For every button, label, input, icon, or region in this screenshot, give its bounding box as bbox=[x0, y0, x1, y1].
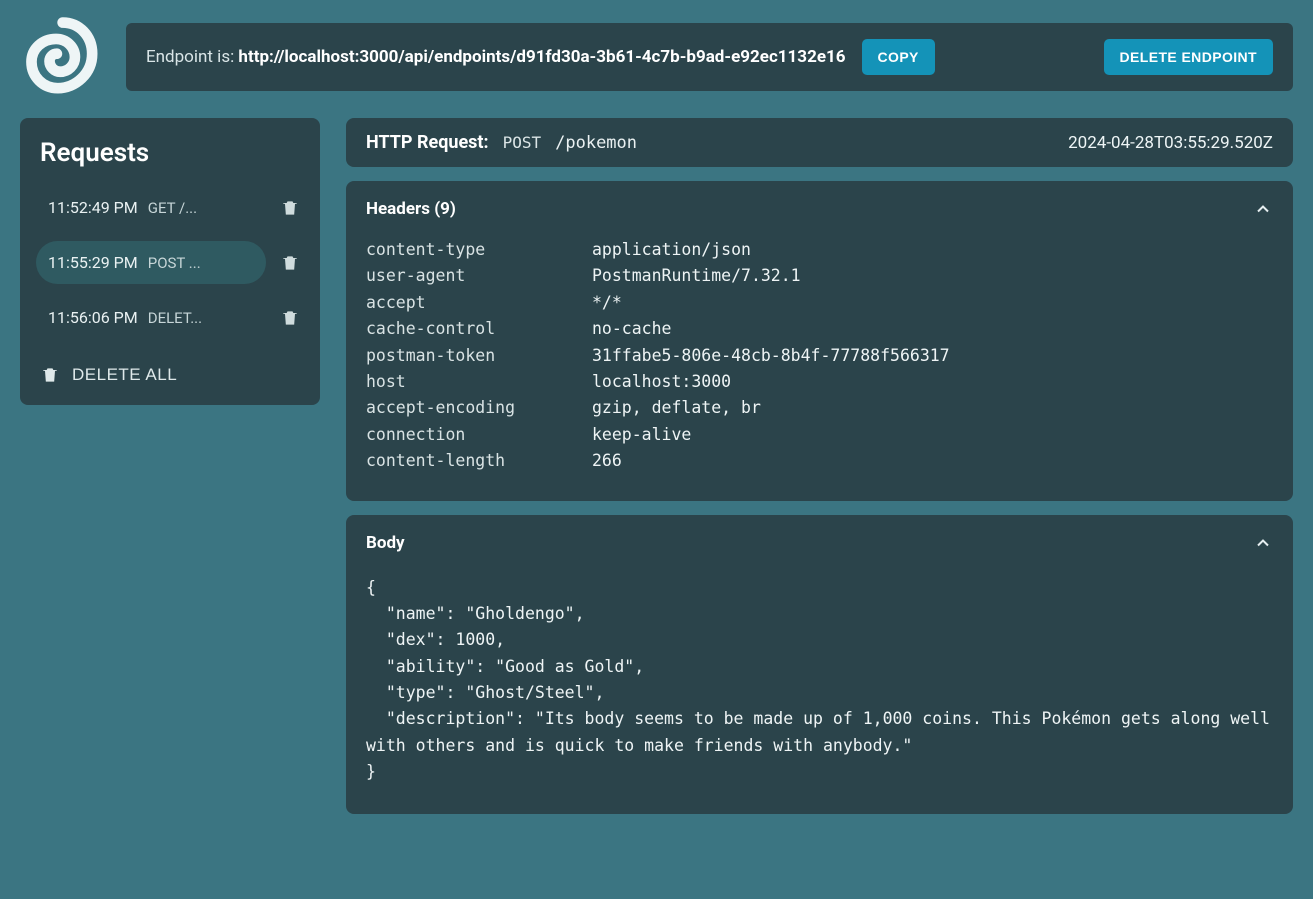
chevron-up-icon bbox=[1253, 533, 1273, 553]
trash-icon bbox=[280, 253, 300, 273]
header-value: */* bbox=[592, 290, 622, 316]
header-row: content-typeapplication/json bbox=[366, 237, 1273, 263]
request-row: 11:52:49 PM GET /... bbox=[32, 180, 308, 235]
endpoint-label: Endpoint is: bbox=[146, 47, 238, 67]
request-item[interactable]: 11:55:29 PM POST ... bbox=[36, 241, 266, 284]
header-value: no-cache bbox=[592, 316, 671, 342]
body-content: { "name": "Gholdengo", "dex": 1000, "abi… bbox=[346, 561, 1293, 814]
sidebar-title: Requests bbox=[32, 134, 308, 180]
headers-table: content-typeapplication/jsonuser-agentPo… bbox=[346, 227, 1293, 501]
endpoint-url: http://localhost:3000/api/endpoints/d91f… bbox=[238, 47, 845, 67]
request-method: POST bbox=[503, 133, 542, 152]
request-method-path: POST ... bbox=[148, 254, 201, 272]
headers-toggle[interactable]: Headers (9) bbox=[346, 181, 1293, 227]
requests-sidebar: Requests 11:52:49 PM GET /... 11:55:29 PM P… bbox=[20, 118, 320, 405]
header-key: user-agent bbox=[366, 263, 592, 289]
body-panel: Body { "name": "Gholdengo", "dex": 1000,… bbox=[346, 515, 1293, 814]
request-time: 11:52:49 PM bbox=[48, 198, 138, 217]
header-key: accept-encoding bbox=[366, 395, 592, 421]
body-toggle[interactable]: Body bbox=[346, 515, 1293, 561]
body-title: Body bbox=[366, 533, 405, 553]
header-key: postman-token bbox=[366, 343, 592, 369]
trash-icon bbox=[280, 198, 300, 218]
chevron-up-icon bbox=[1253, 199, 1273, 219]
copy-button[interactable]: COPY bbox=[862, 39, 935, 75]
header-key: connection bbox=[366, 422, 592, 448]
header-key: content-length bbox=[366, 448, 592, 474]
header-row: accept*/* bbox=[366, 290, 1273, 316]
headers-panel: Headers (9) content-typeapplication/json… bbox=[346, 181, 1293, 501]
header-row: postman-token31ffabe5-806e-48cb-8b4f-777… bbox=[366, 343, 1273, 369]
header-value: 31ffabe5-806e-48cb-8b4f-77788f566317 bbox=[592, 343, 950, 369]
header-value: gzip, deflate, br bbox=[592, 395, 761, 421]
header-row: connectionkeep-alive bbox=[366, 422, 1273, 448]
request-method-path: GET /... bbox=[148, 199, 197, 217]
header-value: localhost:3000 bbox=[592, 369, 731, 395]
request-method-path: DELET... bbox=[148, 309, 202, 327]
delete-all-button[interactable]: DELETE ALL bbox=[32, 345, 185, 385]
header-value: 266 bbox=[592, 448, 622, 474]
header-key: content-type bbox=[366, 237, 592, 263]
request-summary-panel: HTTP Request: POST /pokemon 2024-04-28T0… bbox=[346, 118, 1293, 167]
delete-all-label: DELETE ALL bbox=[72, 365, 177, 385]
request-row: 11:56:06 PM DELET... bbox=[32, 290, 308, 345]
header-value: PostmanRuntime/7.32.1 bbox=[592, 263, 801, 289]
header-row: content-length266 bbox=[366, 448, 1273, 474]
trash-icon bbox=[280, 308, 300, 328]
header-row: cache-controlno-cache bbox=[366, 316, 1273, 342]
app-logo bbox=[20, 16, 102, 98]
http-request-label: HTTP Request: bbox=[366, 132, 489, 153]
header-row: accept-encodinggzip, deflate, br bbox=[366, 395, 1273, 421]
header-row: user-agentPostmanRuntime/7.32.1 bbox=[366, 263, 1273, 289]
delete-request-button[interactable] bbox=[276, 249, 304, 277]
request-time: 11:56:06 PM bbox=[48, 308, 138, 327]
delete-request-button[interactable] bbox=[276, 304, 304, 332]
header-value: keep-alive bbox=[592, 422, 691, 448]
request-time: 11:55:29 PM bbox=[48, 253, 138, 272]
endpoint-bar: Endpoint is: http://localhost:3000/api/e… bbox=[126, 23, 1293, 91]
header-row: hostlocalhost:3000 bbox=[366, 369, 1273, 395]
request-item[interactable]: 11:52:49 PM GET /... bbox=[36, 186, 266, 229]
delete-endpoint-button[interactable]: DELETE ENDPOINT bbox=[1104, 39, 1273, 75]
headers-title: Headers (9) bbox=[366, 199, 456, 219]
header-value: application/json bbox=[592, 237, 751, 263]
request-item[interactable]: 11:56:06 PM DELET... bbox=[36, 296, 266, 339]
request-row: 11:55:29 PM POST ... bbox=[32, 235, 308, 290]
header-key: host bbox=[366, 369, 592, 395]
delete-request-button[interactable] bbox=[276, 194, 304, 222]
request-path: /pokemon bbox=[555, 133, 637, 153]
trash-icon bbox=[40, 365, 60, 385]
header-key: cache-control bbox=[366, 316, 592, 342]
header-key: accept bbox=[366, 290, 592, 316]
request-timestamp: 2024-04-28T03:55:29.520Z bbox=[1068, 133, 1273, 153]
